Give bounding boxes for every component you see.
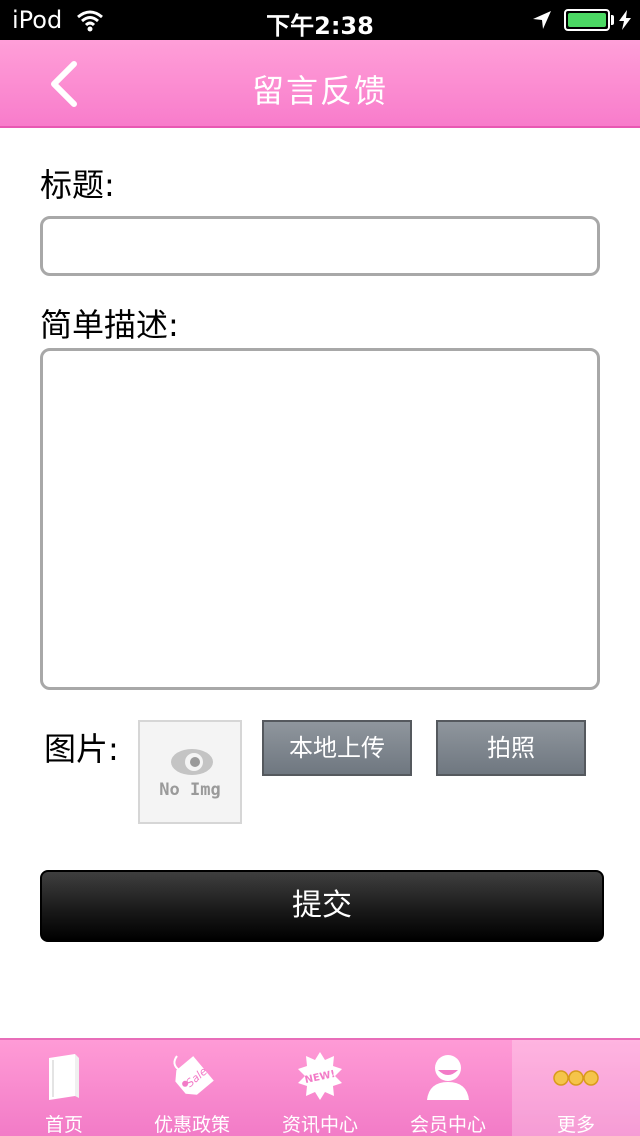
status-bar: iPod 下午2:38 [0, 0, 640, 40]
tab-bar: 首页 Sale 优惠政策 NEW! 资讯中心 会员中心 更多 [0, 1038, 640, 1136]
battery-icon [564, 9, 610, 31]
eye-icon [171, 749, 213, 775]
description-label: 简单描述: [40, 306, 179, 344]
tab-more[interactable]: 更多 [512, 1040, 640, 1136]
book-icon [49, 1054, 79, 1100]
tab-home[interactable]: 首页 [0, 1040, 128, 1136]
tab-label: 更多 [556, 1114, 595, 1136]
tab-member[interactable]: 会员中心 [384, 1040, 512, 1136]
nav-bar: 留言反馈 [0, 40, 640, 128]
submit-button[interactable]: 提交 [40, 870, 604, 942]
tab-news[interactable]: NEW! 资讯中心 [256, 1040, 384, 1136]
image-label: 图片: [44, 730, 119, 768]
tab-label: 资讯中心 [281, 1114, 358, 1136]
tab-promotions[interactable]: Sale 优惠政策 [128, 1040, 256, 1136]
user-icon [427, 1055, 469, 1100]
page-title: 留言反馈 [251, 72, 388, 110]
image-placeholder[interactable]: No Img [138, 720, 242, 824]
location-arrow-icon [533, 11, 551, 29]
tab-label: 首页 [44, 1114, 83, 1136]
tab-label: 优惠政策 [153, 1114, 230, 1136]
sale-tag-icon: Sale [173, 1055, 214, 1095]
take-photo-button[interactable]: 拍照 [436, 720, 586, 776]
tab-label: 会员中心 [409, 1114, 486, 1136]
battery-tip [611, 15, 614, 25]
description-textarea[interactable] [40, 348, 600, 690]
no-image-text: No Img [159, 780, 221, 800]
title-label: 标题: [40, 166, 115, 204]
more-dots-icon [553, 1070, 599, 1086]
charging-bolt-icon [619, 10, 631, 30]
local-upload-button[interactable]: 本地上传 [262, 720, 412, 776]
title-input[interactable] [40, 216, 600, 276]
new-badge-icon: NEW! [298, 1052, 342, 1100]
